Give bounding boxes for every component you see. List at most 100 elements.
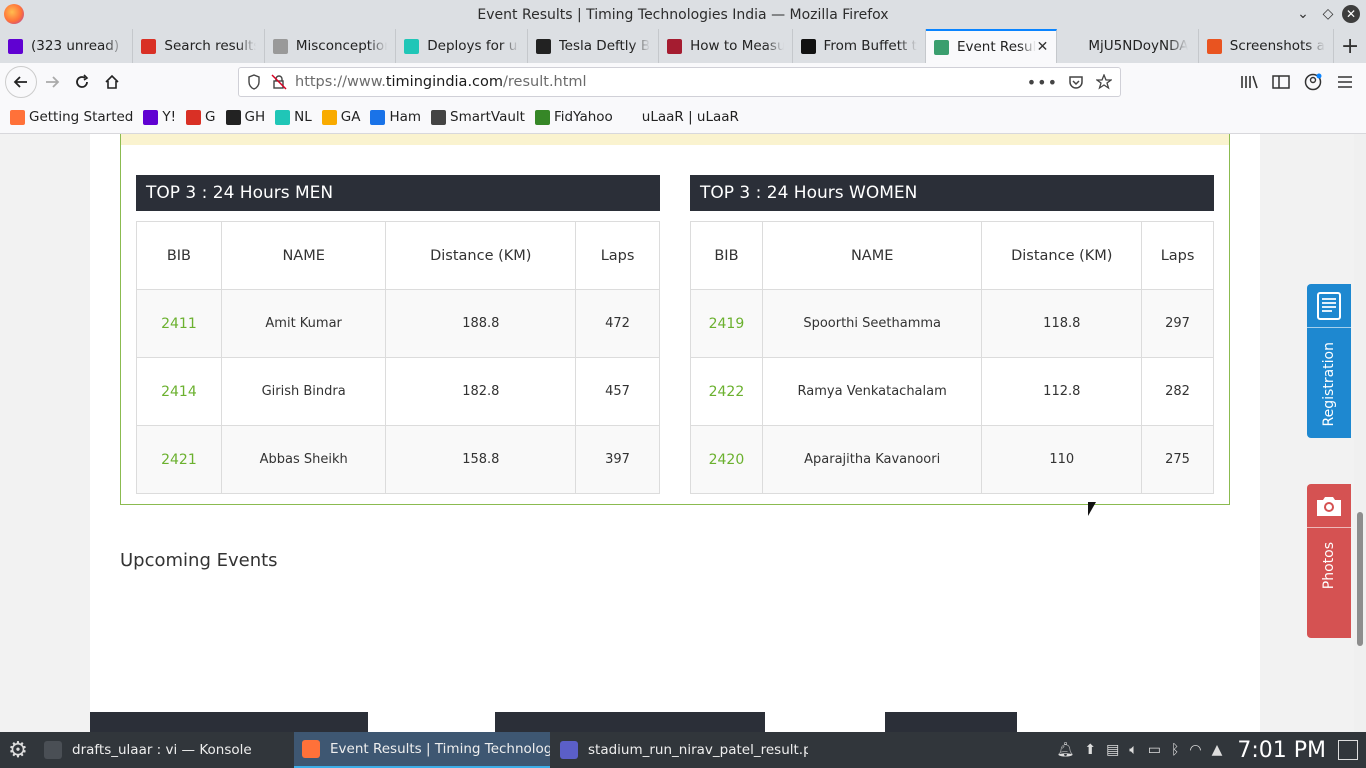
table-row: 2411 Amit Kumar 188.8 472 xyxy=(136,289,660,358)
photos-side-tab[interactable]: Photos xyxy=(1307,484,1351,638)
bib-link[interactable]: 2422 xyxy=(690,357,763,426)
clipboard-icon[interactable]: ▤ xyxy=(1106,742,1119,758)
bookmark-item[interactable]: FidYahoo xyxy=(534,109,613,125)
browser-tab[interactable]: From Buffett to xyxy=(793,29,926,63)
ubuntu-icon xyxy=(1206,38,1222,54)
runner-name: Aparajitha Kavanoori xyxy=(761,425,983,494)
distance-value: 158.8 xyxy=(385,425,577,494)
updates-icon[interactable]: ⬆ xyxy=(1084,742,1096,758)
table-row: 2421 Abbas Sheikh 158.8 397 xyxy=(136,425,660,494)
battery-icon[interactable]: ▭ xyxy=(1148,742,1161,758)
clock[interactable]: 7:01 PM xyxy=(1237,738,1326,763)
page-actions-icon[interactable]: ••• xyxy=(1027,73,1058,92)
bookmark-item[interactable]: Getting Started xyxy=(10,109,133,125)
b-icon xyxy=(535,38,551,54)
shield-icon[interactable] xyxy=(247,74,261,90)
bib-link[interactable]: 2419 xyxy=(690,289,763,358)
column-header-name: NAME xyxy=(761,221,983,290)
close-window-icon[interactable]: ✕ xyxy=(1342,5,1360,23)
registration-label: Registration xyxy=(1321,342,1337,427)
laps-value: 297 xyxy=(1141,289,1214,358)
browser-tab[interactable]: MjU5NDoyNDA xyxy=(1057,29,1199,63)
women-results-table: BIB NAME Distance (KM) Laps 2419 Spoorth… xyxy=(690,221,1214,494)
taskbar-task[interactable]: stadium_run_nirav_patel_result.pn... xyxy=(552,732,808,768)
back-button[interactable] xyxy=(5,66,37,98)
volume-icon[interactable]: 🔈︎ xyxy=(1129,742,1137,758)
pocket-icon[interactable] xyxy=(1068,74,1084,90)
table-row: 2414 Girish Bindra 182.8 457 xyxy=(136,357,660,426)
bookmark-item[interactable]: Ham xyxy=(370,109,421,125)
bib-link[interactable]: 2411 xyxy=(136,289,222,358)
window-titlebar: Event Results | Timing Technologies Indi… xyxy=(0,0,1366,29)
upcoming-events-heading: Upcoming Events xyxy=(120,550,278,571)
forward-button[interactable] xyxy=(37,67,67,97)
browser-tab[interactable]: How to Measu xyxy=(659,29,793,63)
sidebar-button[interactable] xyxy=(1266,67,1296,97)
insecure-lock-icon[interactable] xyxy=(271,74,287,90)
browser-tab[interactable]: Misconception xyxy=(265,29,397,63)
bib-link[interactable]: 2414 xyxy=(136,357,222,426)
bookmark-item[interactable]: GH xyxy=(225,109,265,125)
task-list: drafts_ulaar : vi — Konsole Event Results… xyxy=(36,732,810,768)
page-scrollbar[interactable] xyxy=(1354,134,1366,732)
bib-link[interactable]: 2421 xyxy=(136,425,222,494)
account-icon xyxy=(1304,73,1322,91)
browser-tab[interactable]: Tesla Deftly Ba xyxy=(528,29,660,63)
bookmark-item[interactable]: NL xyxy=(275,109,312,125)
firefox-logo-icon xyxy=(4,4,24,24)
tray-expand-icon[interactable]: ▲ xyxy=(1212,742,1223,758)
window-title: Event Results | Timing Technologies Indi… xyxy=(477,6,889,23)
bookmark-item[interactable]: GA xyxy=(321,109,361,125)
taskbar-task[interactable]: Event Results | Timing Technologi... xyxy=(294,732,550,768)
system-tray: 🔔︎ ⬆ ▤ 🔈︎ ▭ ᛒ ◠ ▲ 7:01 PM xyxy=(1052,732,1366,768)
event-card-top[interactable] xyxy=(885,712,1017,732)
maximize-icon[interactable]: ◇ xyxy=(1319,5,1337,23)
browser-tab[interactable]: Deploys for ula xyxy=(396,29,528,63)
home-button[interactable] xyxy=(97,67,127,97)
globe-icon xyxy=(933,39,949,55)
reload-button[interactable] xyxy=(67,67,97,97)
distance-value: 110 xyxy=(981,425,1143,494)
event-card-top[interactable] xyxy=(90,712,368,732)
bookmark-item[interactable]: G xyxy=(186,109,216,125)
library-button[interactable] xyxy=(1234,67,1264,97)
notifications-icon[interactable]: 🔔︎ xyxy=(1057,742,1075,758)
minimize-icon[interactable]: ⌄ xyxy=(1294,5,1312,23)
new-tab-button[interactable]: + xyxy=(1334,29,1366,63)
bookmark-item[interactable]: SmartVault xyxy=(431,109,525,125)
url-bar[interactable]: https://www. timingindia.com/result.html … xyxy=(238,67,1121,97)
account-button[interactable] xyxy=(1298,67,1328,97)
reload-icon xyxy=(76,74,89,88)
runner-name: Amit Kumar xyxy=(220,289,387,358)
bluetooth-icon[interactable]: ᛒ xyxy=(1171,742,1179,758)
application-launcher-icon[interactable]: ⚙ xyxy=(0,732,36,768)
gmail-icon xyxy=(141,38,157,54)
column-header-distance: Distance (KM) xyxy=(385,221,577,290)
tab-label: Misconception xyxy=(295,38,388,54)
browser-tab[interactable]: Screenshots ar xyxy=(1199,29,1335,63)
browser-tab[interactable]: Event Resul ✕ xyxy=(925,29,1058,63)
registration-side-tab[interactable]: Registration xyxy=(1307,284,1351,438)
taskbar-task[interactable]: drafts_ulaar : vi — Konsole xyxy=(36,732,292,768)
tab-label: How to Measu xyxy=(690,38,784,54)
browser-tab[interactable]: (323 unread) - xyxy=(0,29,134,63)
browser-tab[interactable]: Search results xyxy=(133,29,265,63)
close-tab-icon[interactable]: ✕ xyxy=(1037,39,1049,55)
men-results-table: BIB NAME Distance (KM) Laps 2411 Amit Ku… xyxy=(136,221,660,494)
tab-label: (323 unread) - xyxy=(31,38,125,54)
hbr-icon xyxy=(667,38,683,54)
bookmark-star-icon[interactable] xyxy=(1096,74,1112,90)
bookmark-item[interactable]: Y! xyxy=(143,109,176,125)
ham-icon xyxy=(370,109,386,125)
bookmark-label: GA xyxy=(340,109,361,125)
scrollbar-thumb[interactable] xyxy=(1357,512,1363,646)
fid-icon xyxy=(534,109,550,125)
url-prefix: https://www. xyxy=(295,74,386,90)
wifi-icon[interactable]: ◠ xyxy=(1189,742,1201,758)
bookmark-item[interactable]: uLaaR | uLaaR xyxy=(622,109,739,125)
show-desktop-icon[interactable] xyxy=(1338,740,1358,760)
bib-link[interactable]: 2420 xyxy=(690,425,763,494)
event-card-top[interactable] xyxy=(495,712,765,732)
bookmark-label: uLaaR | uLaaR xyxy=(641,109,739,125)
menu-button[interactable] xyxy=(1330,67,1360,97)
